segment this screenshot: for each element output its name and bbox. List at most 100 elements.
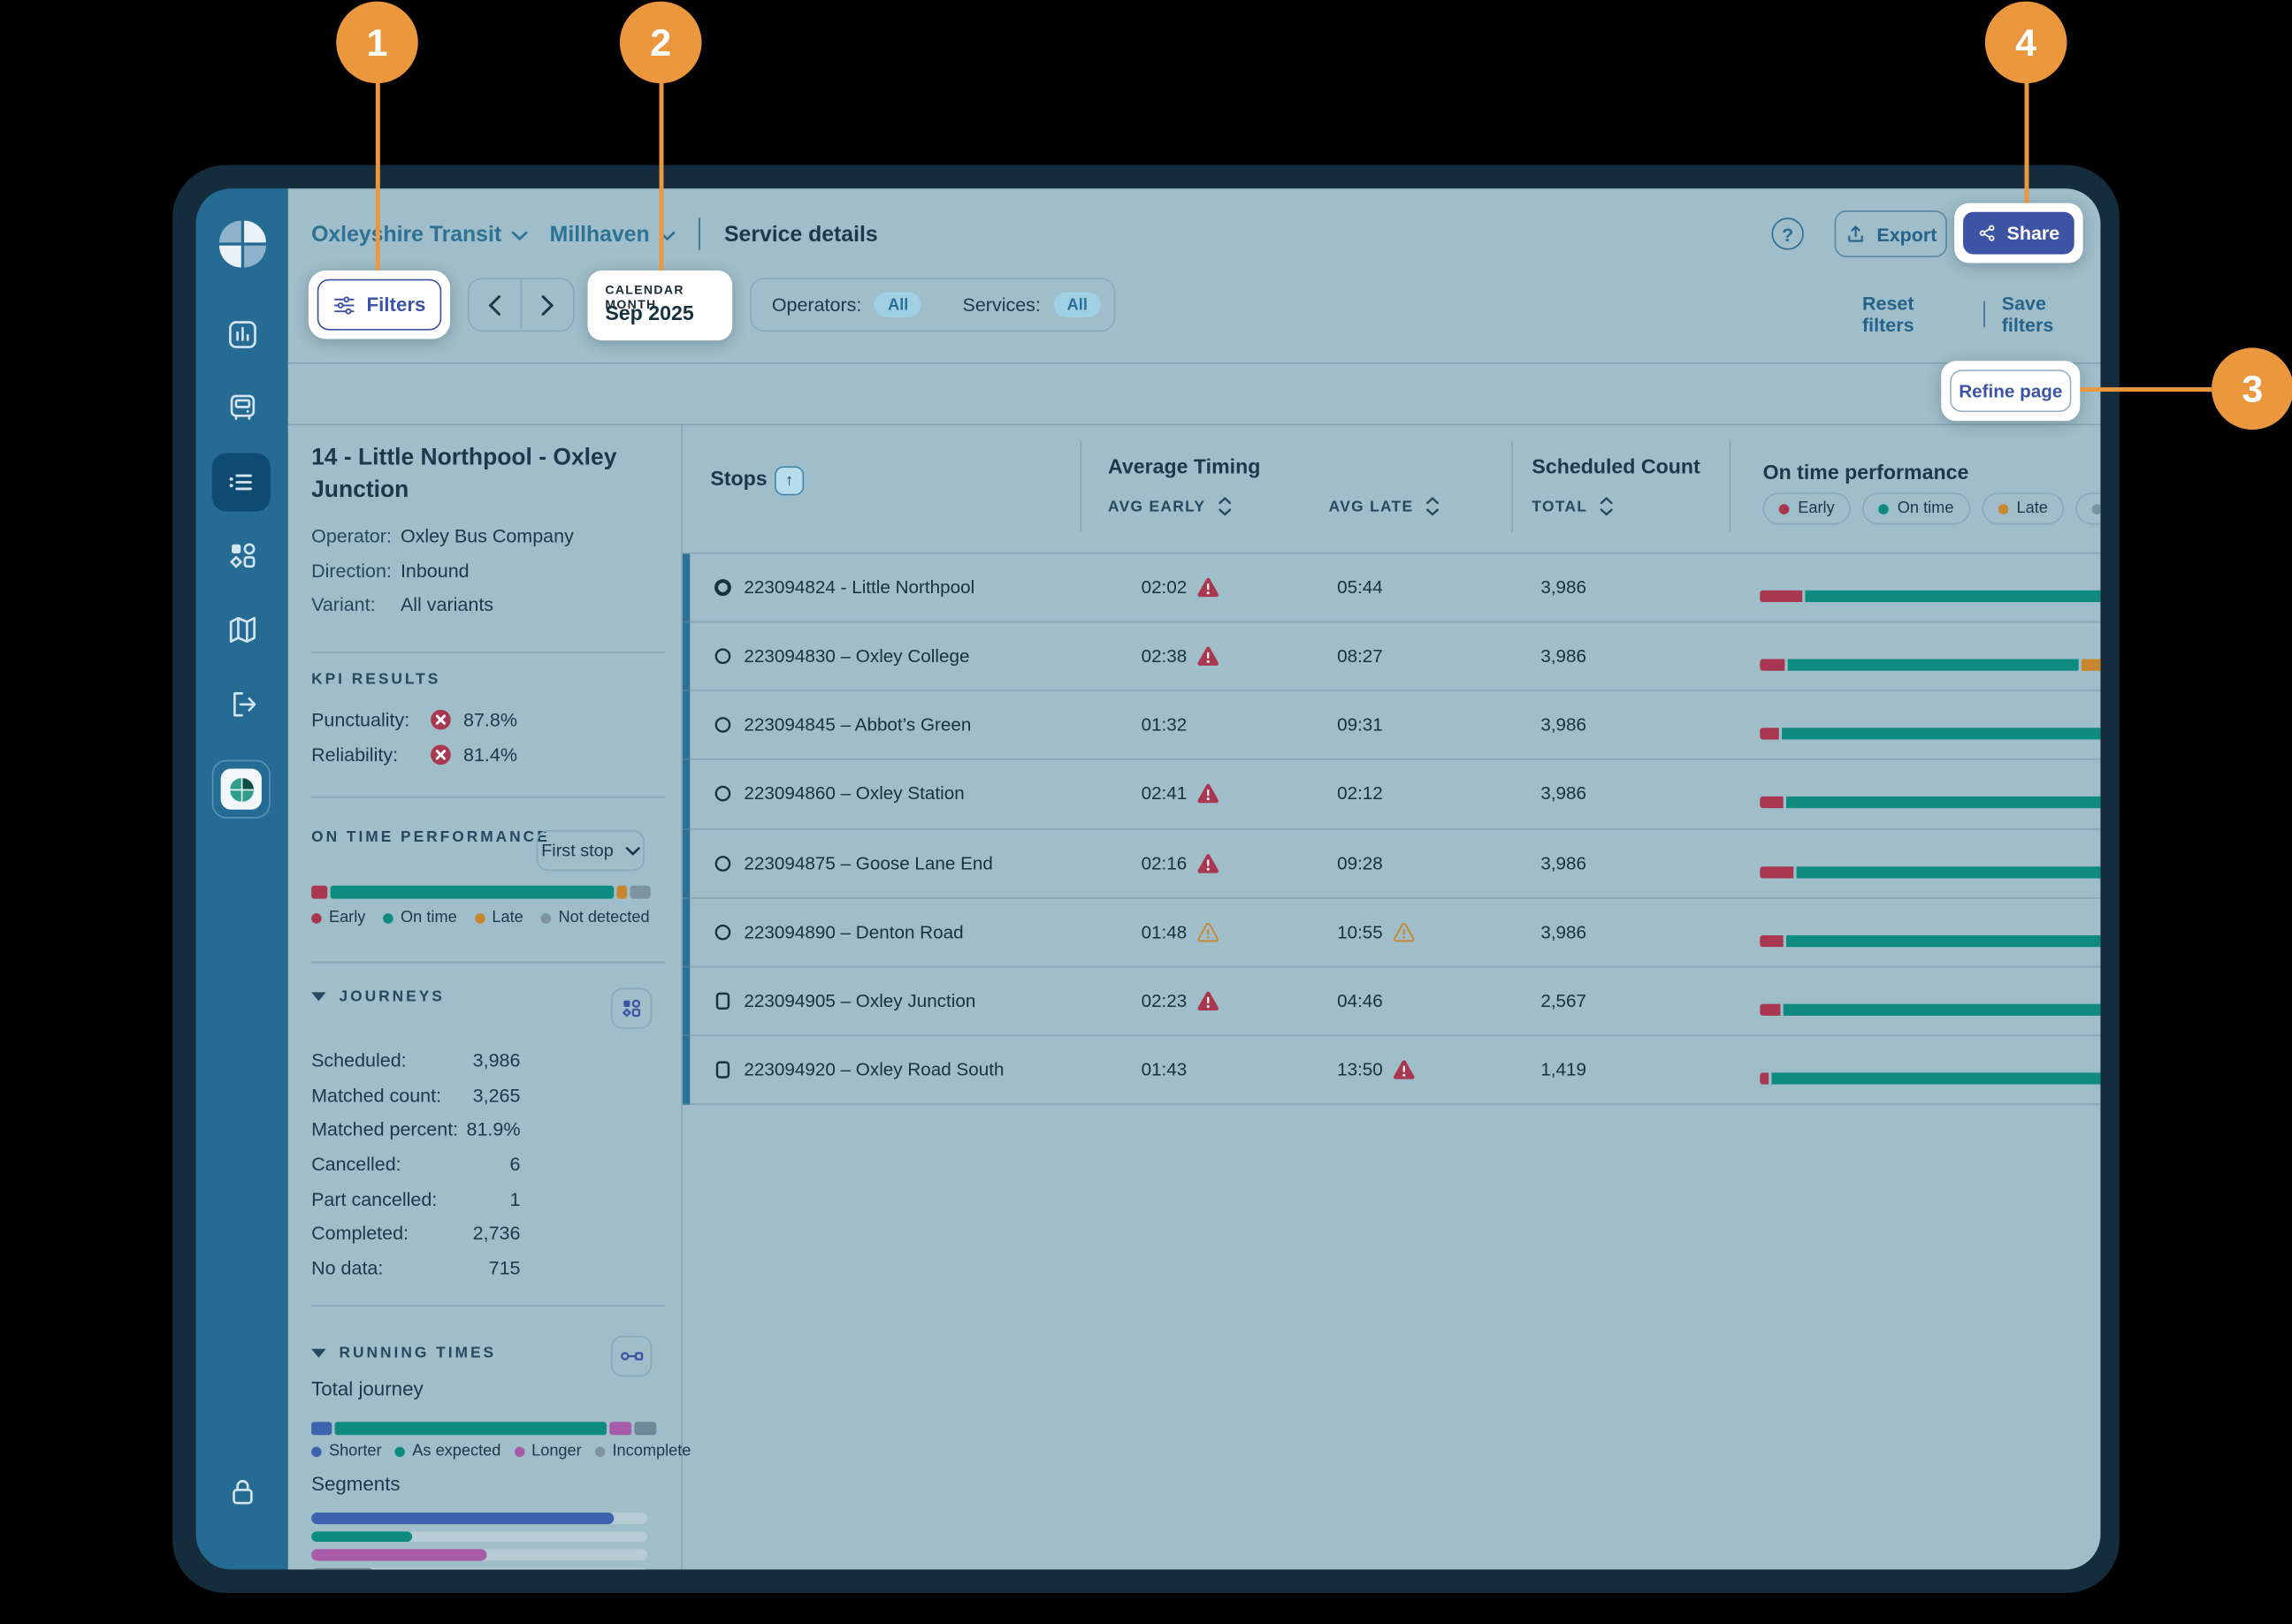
journeys-section-header[interactable]: JOURNEYS [311, 987, 445, 1005]
detail-value: All variants [401, 594, 493, 616]
legend-item: Early [311, 909, 365, 926]
logout-icon[interactable] [225, 687, 260, 722]
nav-analytics-icon[interactable] [225, 317, 260, 353]
bar-segment [1787, 934, 2100, 946]
next-month-button[interactable] [522, 279, 573, 331]
nav-services-selected[interactable] [212, 453, 271, 511]
journeys-stat-row: Scheduled:3,986 [311, 1049, 520, 1084]
stat-label: Scheduled: [311, 1049, 407, 1084]
divider [699, 217, 701, 249]
reset-filters-link[interactable]: Reset filters [1862, 293, 1968, 337]
refine-page-highlight-box: Refine page [1941, 361, 2080, 421]
stop-name: 223094920 – Oxley Road South [744, 1059, 1004, 1079]
callout-4-badge: 4 [1985, 2, 2067, 84]
filters-button[interactable]: Filters [317, 279, 442, 331]
bar-segment [1771, 1072, 2100, 1084]
table-row[interactable]: 223094905 – Oxley Junction02:2304:462,56… [683, 967, 2100, 1036]
avg-early-value: 02:02 [1085, 577, 1188, 598]
avg-late-value: 10:55 [1280, 922, 1383, 942]
table-row[interactable]: 223094860 – Oxley Station02:4102:123,986 [683, 760, 2100, 829]
journeys-view-button[interactable] [611, 987, 652, 1028]
journeys-heading: JOURNEYS [340, 987, 445, 1005]
bar-segment [311, 1422, 332, 1435]
otp-row-bar [1760, 1003, 2100, 1015]
otp-chip-on-time[interactable]: On time [1862, 492, 1970, 524]
org-selector[interactable]: Oxleyshire Transit [311, 221, 501, 246]
bar-segment [609, 1422, 630, 1435]
avg-early-column-header[interactable]: AVG EARLY [1108, 497, 1232, 515]
stop-type-icon [714, 853, 732, 873]
avg-late-value: 05:44 [1280, 577, 1383, 598]
share-button[interactable]: Share [1963, 212, 2074, 255]
warning-icon [1197, 784, 1219, 804]
table-row[interactable]: 223094920 – Oxley Road South01:4313:501,… [683, 1036, 2100, 1105]
bar-segment [335, 1422, 607, 1435]
otp-stop-dropdown[interactable]: First stop [537, 830, 645, 871]
bar-segment [616, 886, 627, 899]
table-row[interactable]: 223094830 – Oxley College02:3808:273,986 [683, 622, 2100, 691]
refine-page-label: Refine page [1959, 381, 2062, 401]
otp-stacked-bar [311, 886, 659, 899]
avg-late-column-header[interactable]: AVG LATE [1329, 497, 1440, 515]
bar-segment [1760, 591, 1802, 602]
filters-highlight-box: Filters [309, 271, 450, 339]
region-selector[interactable]: Millhaven [550, 221, 650, 246]
save-filters-link[interactable]: Save filters [2002, 293, 2101, 337]
app-switcher-button[interactable] [212, 760, 271, 819]
stat-label: Completed: [311, 1223, 409, 1257]
otp-chip-not-detected[interactable]: Not detected [2075, 492, 2100, 524]
otp-chip-late[interactable]: Late [1982, 492, 2064, 524]
table-row[interactable]: 223094845 – Abbot’s Green01:3209:313,986 [683, 691, 2100, 760]
refine-page-button[interactable]: Refine page [1950, 370, 2071, 412]
stat-value: 1 [510, 1188, 521, 1223]
nav-map-icon[interactable] [225, 613, 260, 648]
stop-type-icon [714, 646, 732, 667]
prev-month-button[interactable] [470, 279, 523, 331]
stop-name: 223094845 – Abbot’s Green [744, 715, 971, 736]
chevron-down-icon[interactable] [512, 222, 528, 248]
otp-filter-chips: Early On time Late Not detected [1763, 492, 2101, 524]
legend-label: Incomplete [612, 1443, 691, 1460]
nav-shapes-icon[interactable] [225, 538, 260, 573]
divider [311, 962, 665, 964]
export-button[interactable]: Export [1835, 210, 1947, 257]
segment-fill [311, 1513, 614, 1523]
total-value: 3,986 [1540, 784, 1586, 804]
app-switcher-logo-icon [221, 769, 262, 810]
kpi-value: 81.4% [463, 743, 517, 766]
otp-row-bar [1760, 728, 2100, 740]
journeys-stats-list: Scheduled:3,986Matched count:3,265Matche… [311, 1049, 520, 1292]
services-all-chip[interactable]: All [1054, 293, 1101, 317]
otp-chip-early[interactable]: Early [1763, 492, 1851, 524]
total-column-header[interactable]: TOTAL [1532, 497, 1614, 515]
help-button[interactable]: ? [1772, 217, 1804, 249]
nav-vehicles-icon[interactable] [225, 390, 260, 425]
bar-segment [1797, 865, 2100, 877]
services-label: Services: [963, 294, 1041, 316]
chip-label: Early [1798, 499, 1834, 517]
segment-fill [311, 1531, 412, 1542]
calendar-month-picker[interactable]: CALENDAR MONTH Sep 2025 [588, 271, 733, 340]
legend-item: Incomplete [595, 1443, 691, 1460]
bar-segment [1760, 1003, 1780, 1015]
legend-item: Late [475, 909, 523, 926]
bar-segment [2081, 660, 2100, 671]
stat-label: Matched percent: [311, 1118, 458, 1153]
lock-icon[interactable] [225, 1475, 260, 1510]
stop-type-icon [714, 990, 732, 1010]
segment-track [311, 1531, 647, 1542]
avg-early-label: AVG EARLY [1108, 498, 1205, 515]
running-times-section-header[interactable]: RUNNING TIMES [311, 1345, 496, 1362]
table-row[interactable]: 223094824 - Little Northpool02:0205:443,… [683, 554, 2100, 623]
total-value: 3,986 [1540, 922, 1586, 942]
export-icon [1845, 223, 1867, 245]
otp-heading: ON TIME PERFORMANCE [311, 828, 550, 846]
divider [311, 652, 665, 653]
table-row[interactable]: 223094875 – Goose Lane End02:1609:283,98… [683, 829, 2100, 898]
stat-value: 6 [510, 1153, 521, 1187]
running-times-view-button[interactable] [611, 1336, 652, 1376]
legend-dot-icon [311, 1446, 322, 1457]
table-row[interactable]: 223094890 – Denton Road01:4810:553,986 [683, 898, 2100, 967]
stops-sort-button[interactable]: ↑ [775, 466, 804, 495]
operators-all-chip[interactable]: All [875, 293, 921, 317]
